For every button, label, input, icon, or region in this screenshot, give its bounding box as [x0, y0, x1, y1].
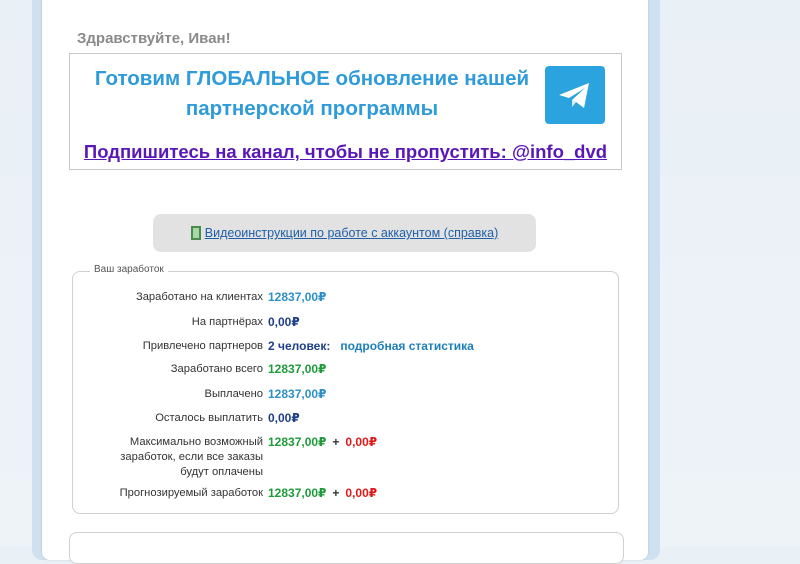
film-icon	[190, 226, 201, 240]
promo-title-line2: партнерской программы	[185, 97, 439, 120]
row-label: Привлечено партнеров	[142, 340, 263, 352]
plus-sign: +	[332, 486, 340, 500]
row-label: Заработано на клиентах	[135, 291, 263, 303]
row-value: 12837,00₽ +0,00₽	[268, 486, 377, 500]
video-instructions-link[interactable]: Видеоинструкции по работе с аккаунтом (с…	[205, 226, 499, 240]
detailed-stats-link[interactable]: подробная статистика	[340, 339, 473, 353]
forecast-value-main: 12837,00₽	[268, 486, 327, 500]
video-instructions-bar: Видеоинструкции по работе с аккаунтом (с…	[153, 214, 536, 252]
promo-title-line1: Готовим ГЛОБАЛЬНОЕ обновление нашей	[94, 67, 530, 90]
row-value: 12837,00₽	[268, 362, 327, 376]
greeting-text: Здравствуйте, Иван!	[77, 30, 231, 47]
telegram-channel-link[interactable]: Подпишитесь на канал, чтобы не пропустит…	[70, 141, 621, 163]
row-label: Выплачено	[204, 388, 263, 400]
next-section-panel	[69, 532, 624, 564]
telegram-icon[interactable]	[545, 66, 605, 124]
promo-title: Готовим ГЛОБАЛЬНОЕ обновление нашей парт…	[70, 64, 554, 124]
plus-sign: +	[332, 435, 340, 449]
max-value-extra: 0,00₽	[345, 435, 378, 449]
row-label: Максимально возможный заработок, если вс…	[120, 436, 263, 478]
row-value: 12837,00₽	[268, 387, 327, 401]
row-value: 0,00₽	[268, 411, 300, 425]
referred-count: 2 человек:	[268, 339, 331, 353]
earnings-legend: Ваш заработок	[90, 264, 168, 275]
row-value: 0,00₽	[268, 315, 300, 329]
row-value: 12837,00₽	[268, 290, 327, 304]
row-value: 12837,00₽ +0,00₽	[268, 435, 377, 449]
row-value: 2 человек: подробная статистика	[268, 339, 474, 353]
row-label: Заработано всего	[170, 363, 263, 375]
row-label: Осталось выплатить	[155, 412, 263, 424]
forecast-value-extra: 0,00₽	[345, 486, 378, 500]
promo-banner: Готовим ГЛОБАЛЬНОЕ обновление нашей парт…	[69, 53, 622, 170]
row-label: Прогнозируемый заработок	[119, 487, 263, 499]
row-label: На партнёрах	[191, 316, 263, 328]
max-value-main: 12837,00₽	[268, 435, 327, 449]
